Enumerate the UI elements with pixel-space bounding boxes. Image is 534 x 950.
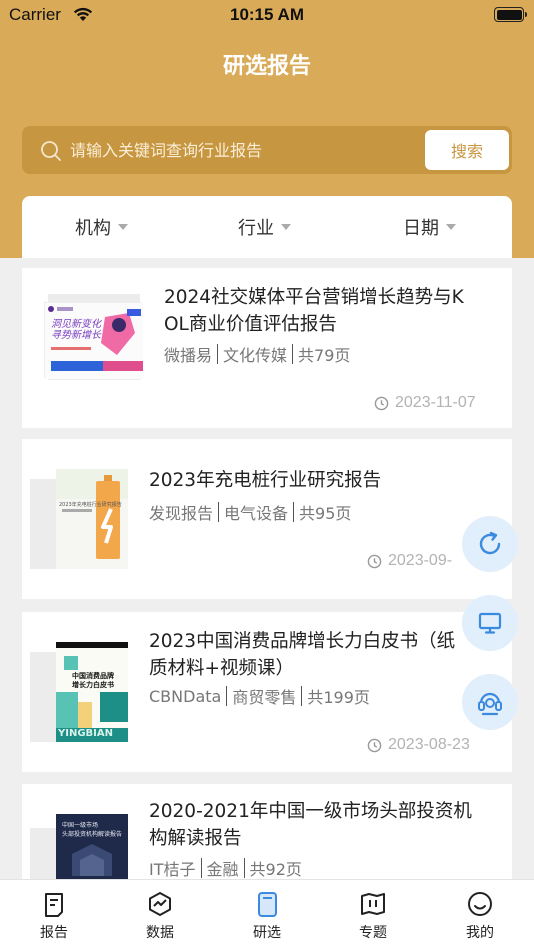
report-title: 2023年充电桩行业研究报告 xyxy=(149,467,504,494)
clock-icon xyxy=(367,554,382,568)
report-cover: 中国消费品牌 增长力白皮书 YINGBIAN xyxy=(56,642,128,742)
tab-report[interactable]: 报告 xyxy=(24,890,84,942)
report-meta: CBNData 商贸零售 共199页 xyxy=(149,684,370,708)
report-meta: IT桔子 金融 共92页 xyxy=(149,856,302,880)
report-source: IT桔子 xyxy=(149,860,196,879)
report-card[interactable]: 中国消费品牌 增长力白皮书 YINGBIAN 2023中国消费品牌增长力白皮书（… xyxy=(22,612,512,772)
report-meta: 微播易 文化传媒 共79页 xyxy=(164,342,350,366)
report-date-text: 2023-08-23 xyxy=(388,736,470,753)
cover-text: 洞见新变化 xyxy=(51,319,101,330)
report-source: CBNData xyxy=(149,686,222,706)
tab-label: 报告 xyxy=(40,925,68,941)
report-cover: 2023年充电桩行业研究报告 xyxy=(56,469,128,569)
caret-down-icon xyxy=(446,224,456,230)
report-title: 2020-2021年中国一级市场头部投资机 构解读报告 xyxy=(149,798,504,852)
search-bar: 搜索 xyxy=(22,126,512,174)
refresh-icon xyxy=(479,531,501,555)
cover-text: YINGBIAN xyxy=(58,728,113,739)
tab-research[interactable]: 研选 xyxy=(237,890,297,942)
battery-icon xyxy=(494,7,527,22)
headset-icon xyxy=(478,692,502,716)
customer-service-fab[interactable] xyxy=(462,674,518,730)
report-title-line: 2024社交媒体平台营销增长趋势与K xyxy=(164,287,464,308)
report-title: 2023中国消费品牌增长力白皮书（纸 质材料+视频课） xyxy=(149,628,504,682)
desktop-fab[interactable] xyxy=(462,595,518,651)
clock-icon xyxy=(367,738,382,752)
caret-down-icon xyxy=(118,224,128,230)
report-title-line: 构解读报告 xyxy=(149,828,242,849)
cover-art xyxy=(56,642,128,742)
document-icon xyxy=(45,893,63,917)
report-title-line: 质材料+视频课） xyxy=(149,658,295,679)
search-input[interactable] xyxy=(70,126,420,174)
report-pages: 共92页 xyxy=(249,860,302,879)
filter-bar: 机构 行业 日期 xyxy=(22,196,512,258)
cover-art xyxy=(45,303,143,379)
report-title-line: OL商业价值评估报告 xyxy=(164,314,337,335)
book-icon xyxy=(258,892,277,917)
thumb-shadow xyxy=(30,652,58,742)
report-date: 2023-11-07 xyxy=(374,394,476,412)
report-cover: 洞见新变化 寻势新增长 xyxy=(44,302,143,379)
report-title-line: 2023年充电桩行业研究报告 xyxy=(149,470,382,491)
search-icon xyxy=(41,141,61,161)
tab-label: 数据 xyxy=(146,925,174,941)
cover-text: 寻势新增长 xyxy=(51,330,101,341)
search-button[interactable]: 搜索 xyxy=(425,130,509,170)
tab-topics[interactable]: 专题 xyxy=(343,890,403,942)
report-source: 微播易 xyxy=(164,346,213,365)
report-date-text: 2023-09- xyxy=(388,552,453,569)
report-industry: 金融 xyxy=(206,860,239,879)
cover-text: 中国消费品牌 xyxy=(72,672,114,680)
report-date-text: 2023-11-07 xyxy=(395,394,476,411)
filter-label: 日期 xyxy=(403,218,439,239)
filter-label: 机构 xyxy=(75,218,111,239)
cover-text: 中国一级市场 xyxy=(62,822,99,829)
thumb-shadow xyxy=(30,479,58,569)
cover-text: 增长力白皮书 xyxy=(72,681,114,689)
page-title: 研选报告 xyxy=(222,54,311,79)
report-pages: 共199页 xyxy=(307,688,370,707)
map-icon xyxy=(361,893,385,915)
report-title-line: 2020-2021年中国一级市场头部投资机 xyxy=(149,801,472,822)
report-date: 2023-09- xyxy=(367,552,452,570)
clock-icon xyxy=(374,396,389,410)
cover-text: 2023年充电桩行业研究报告 xyxy=(59,502,122,508)
report-card[interactable]: 中国一级市场 头部投资机构解读报告 2020-2021年中国一级市场头部投资机 … xyxy=(22,784,512,884)
tab-label: 我的 xyxy=(466,925,494,941)
report-pages: 共95页 xyxy=(299,504,352,523)
chart-icon xyxy=(149,892,171,916)
filter-institution[interactable]: 机构 xyxy=(75,214,128,240)
tab-label: 专题 xyxy=(359,925,387,941)
filter-label: 行业 xyxy=(238,218,274,239)
report-source: 发现报告 xyxy=(149,504,214,523)
report-cover: 中国一级市场 头部投资机构解读报告 xyxy=(56,814,128,884)
tab-mine[interactable]: 我的 xyxy=(450,890,510,942)
monitor-icon xyxy=(478,612,502,634)
smile-icon xyxy=(468,892,492,916)
report-pages: 共79页 xyxy=(298,346,351,365)
tab-label: 研选 xyxy=(253,925,281,941)
filter-date[interactable]: 日期 xyxy=(403,214,456,240)
report-meta: 发现报告 电气设备 共95页 xyxy=(149,500,351,524)
report-industry: 电气设备 xyxy=(224,504,289,523)
report-card[interactable]: 2023年充电桩行业研究报告 2023年充电桩行业研究报告 发现报告 电气设备 … xyxy=(22,439,512,599)
report-date: 2023-08-23 xyxy=(367,736,470,754)
refresh-fab[interactable] xyxy=(462,516,518,572)
tab-bar: 报告 数据 研选 专题 我的 xyxy=(0,879,534,950)
report-industry: 文化传媒 xyxy=(223,346,288,365)
thumb-shadow xyxy=(30,828,58,884)
screen: Carrier 10:15 AM 研选报告 搜索 机构 行业 日期 xyxy=(0,0,534,950)
cover-text: 头部投资机构解读报告 xyxy=(62,831,123,838)
report-title: 2024社交媒体平台营销增长趋势与K OL商业价值评估报告 xyxy=(164,284,504,338)
report-title-line: 2023中国消费品牌增长力白皮书（纸 xyxy=(149,631,456,652)
tab-data[interactable]: 数据 xyxy=(130,890,190,942)
report-card[interactable]: 洞见新变化 寻势新增长 2024社交媒体平台营销增长趋势与K OL商业价值评估报… xyxy=(22,268,512,428)
caret-down-icon xyxy=(281,224,291,230)
filter-industry[interactable]: 行业 xyxy=(238,214,291,240)
cover-art xyxy=(56,469,128,569)
status-time: 10:15 AM xyxy=(229,5,304,24)
report-industry: 商贸零售 xyxy=(232,688,297,707)
status-bar: Carrier 10:15 AM xyxy=(0,0,534,32)
